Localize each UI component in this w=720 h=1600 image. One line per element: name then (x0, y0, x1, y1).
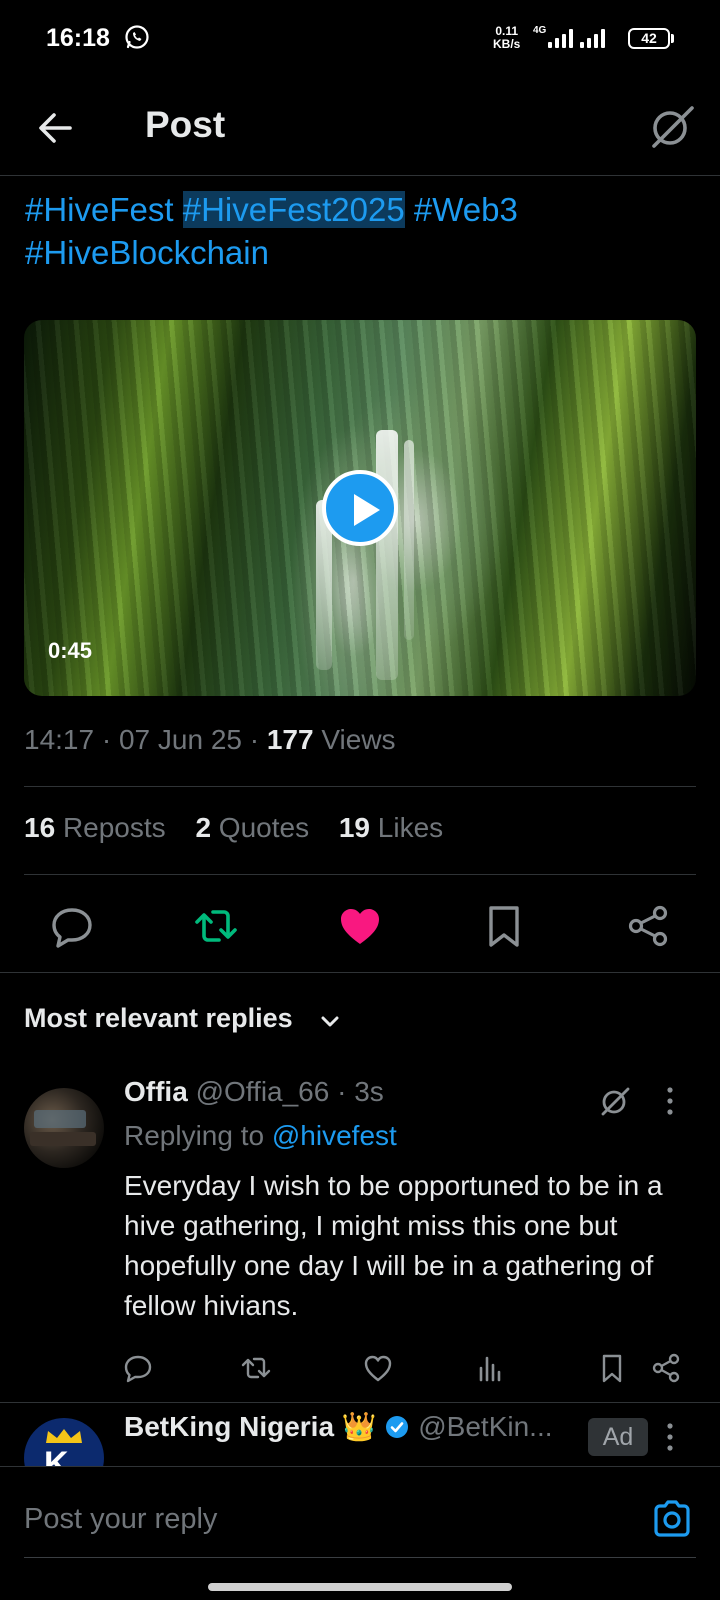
compose-bar: Post your reply (0, 1466, 720, 1600)
signal-icon-2 (580, 28, 605, 48)
replies-sort-label[interactable]: Most relevant replies (24, 1003, 293, 1034)
views-count[interactable]: 177 (267, 724, 314, 755)
camera-icon[interactable] (650, 1497, 694, 1541)
waterfall-center (376, 430, 398, 680)
crown-icon (46, 1429, 82, 1443)
reply-author-handle[interactable]: @Offia_66 (196, 1076, 330, 1107)
reply-separator: · (337, 1076, 347, 1107)
ad-badge: Ad (588, 1418, 648, 1456)
reposts-stat[interactable]: 16 Reposts (24, 812, 166, 843)
meta-separator: · (249, 724, 267, 755)
network-type: 4G (533, 25, 547, 36)
replying-to: Replying to @hivefest (124, 1120, 397, 1152)
divider (0, 972, 720, 973)
play-button[interactable] (322, 470, 398, 546)
like-heart-icon[interactable] (336, 902, 384, 950)
avatar[interactable] (24, 1088, 104, 1168)
quotes-stat[interactable]: 2 Quotes (195, 812, 309, 843)
home-indicator[interactable] (208, 1583, 512, 1591)
quotes-label: Quotes (218, 812, 310, 843)
hashtag-hiveblockchain[interactable]: #HiveBlockchain (25, 234, 269, 271)
likes-label: Likes (377, 812, 444, 843)
post-hashtags: #HiveFest #HiveFest2025 #Web3 #HiveBlock… (25, 188, 695, 274)
reply-input[interactable]: Post your reply (24, 1503, 217, 1536)
bookmark-icon[interactable] (480, 902, 528, 950)
views-icon[interactable] (474, 1352, 506, 1384)
reply-time: 3s (354, 1076, 384, 1107)
net-speed-unit: KB/s (493, 37, 521, 51)
top-bar: Post (0, 84, 720, 176)
chevron-down-icon[interactable] (318, 1010, 342, 1034)
reply-author-name[interactable]: Offia (124, 1076, 188, 1107)
whatsapp-icon (125, 25, 149, 49)
battery-icon: 42 (628, 28, 670, 49)
net-speed: 0.11 KB/s (493, 25, 520, 51)
reply-icon[interactable] (122, 1352, 154, 1384)
post-time: 14:17 (24, 724, 95, 755)
quotes-count: 2 (195, 812, 212, 843)
waterfall-right (404, 440, 414, 640)
hashtag-web3[interactable]: #Web3 (414, 191, 518, 228)
share-icon[interactable] (624, 902, 672, 950)
divider (24, 786, 696, 787)
post-stats: 16 Reposts 2 Quotes 19 Likes (24, 812, 465, 844)
compose-divider (24, 1557, 696, 1558)
reposts-label: Reposts (62, 812, 166, 843)
hashtag-hivefest2025[interactable]: #HiveFest2025 (182, 191, 405, 228)
battery-tip (671, 34, 674, 43)
grok-icon[interactable] (598, 1084, 632, 1118)
replying-to-handle[interactable]: @hivefest (272, 1120, 397, 1151)
bookmark-icon[interactable] (596, 1352, 628, 1384)
views-label[interactable]: Views (321, 724, 395, 755)
ad-author-handle[interactable]: @BetKin... (418, 1411, 552, 1442)
status-bar: 16:18 0.11 KB/s 4G 42 (0, 0, 720, 80)
reposts-count: 16 (24, 812, 56, 843)
signal-icon (548, 28, 573, 48)
page-title: Post (145, 104, 226, 145)
back-arrow-icon[interactable] (30, 102, 82, 154)
hashtag-hivefest[interactable]: #HiveFest (25, 191, 174, 228)
ad-header: BetKing Nigeria 👑 @BetKin... (124, 1410, 553, 1443)
more-options-icon[interactable] (660, 1084, 680, 1118)
likes-count: 19 (338, 812, 371, 843)
post-meta: 14:17 · 07 Jun 25 · 177 Views (24, 724, 396, 756)
reply-text: Everyday I wish to be opportuned to be i… (124, 1170, 663, 1321)
divider (24, 874, 696, 875)
reply-header: Offia @Offia_66 · 3s (124, 1076, 384, 1108)
grok-icon[interactable] (646, 100, 698, 152)
post-date: 07 Jun 25 (118, 724, 242, 755)
like-icon[interactable] (362, 1352, 394, 1384)
video-duration: 0:45 (48, 638, 93, 663)
more-options-icon[interactable] (660, 1420, 680, 1454)
likes-stat[interactable]: 19 Likes (339, 812, 443, 843)
repost-icon[interactable] (192, 902, 240, 950)
repost-icon[interactable] (240, 1352, 272, 1384)
reply-icon[interactable] (48, 902, 96, 950)
status-time: 16:18 (46, 24, 110, 52)
replying-to-label: Replying to (124, 1120, 265, 1151)
ad-author-name[interactable]: BetKing Nigeria (124, 1411, 334, 1442)
share-icon[interactable] (650, 1352, 682, 1384)
verified-badge-icon (386, 1416, 409, 1438)
post-video[interactable]: 0:45 (24, 320, 696, 696)
meta-separator: · (101, 724, 119, 755)
ad-author-emoji: 👑 (341, 1411, 377, 1442)
divider (0, 1402, 720, 1403)
